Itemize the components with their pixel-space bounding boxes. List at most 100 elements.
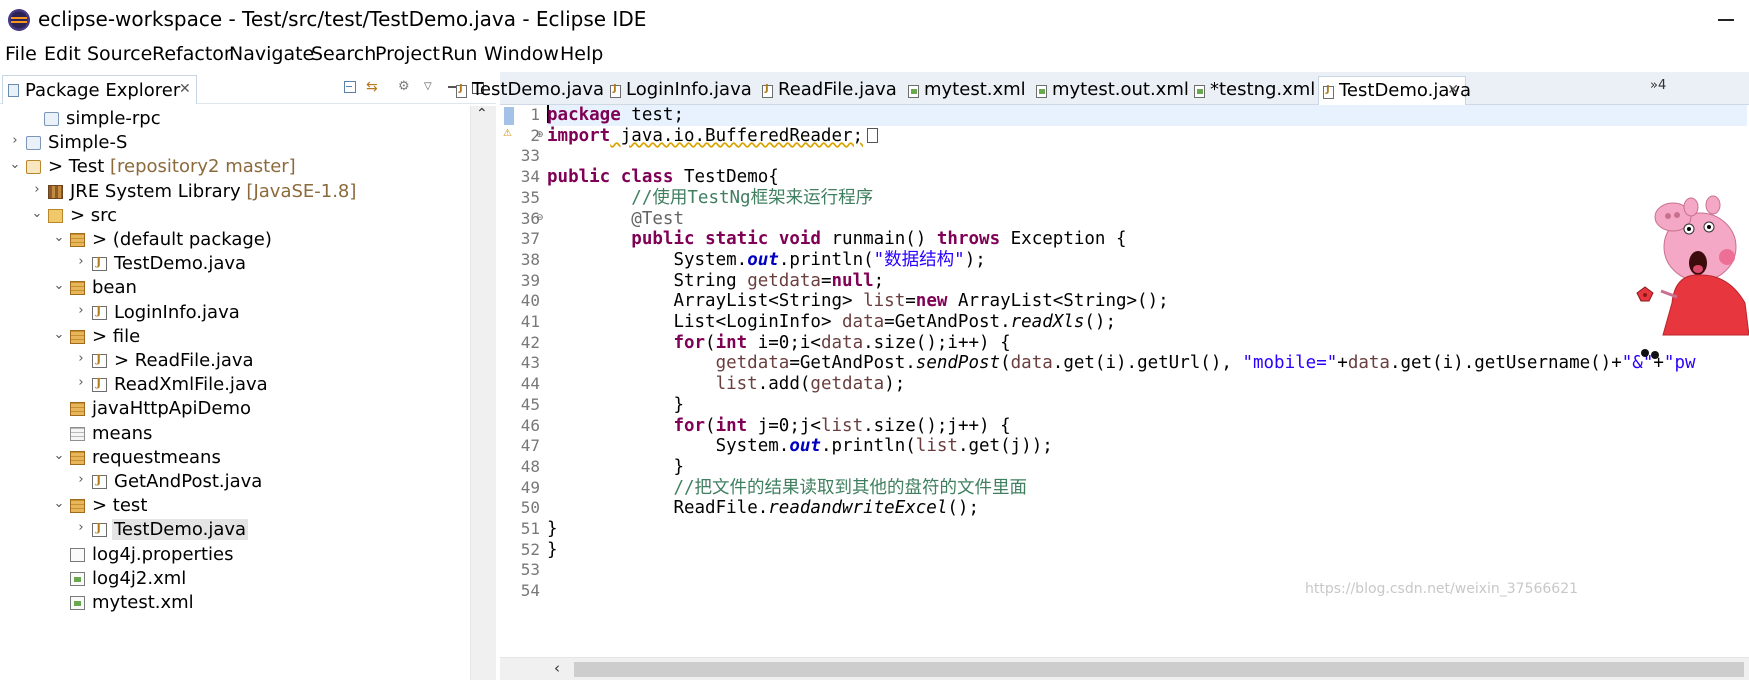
collapse-all-icon[interactable] <box>343 79 359 95</box>
code-line: ArrayList<String> list=new ArrayList<Str… <box>673 291 1169 312</box>
tree-item[interactable]: ⌄ > src <box>0 203 470 229</box>
tree-item[interactable]: log4j2.xml <box>0 566 470 592</box>
link-with-editor-icon[interactable]: ⇆ <box>366 79 382 95</box>
tree-item[interactable]: › > ReadFile.java <box>0 348 470 374</box>
tree-item-label: > ReadFile.java <box>114 350 254 371</box>
editor-tab[interactable]: mytest.xml <box>904 76 1028 105</box>
menu-navigate[interactable]: Navigate <box>229 43 314 65</box>
code-line: } <box>673 394 684 415</box>
view-menu-icon[interactable]: ▽ <box>424 79 440 95</box>
close-icon[interactable]: ✕ <box>179 81 191 97</box>
menu-run[interactable]: Run <box>441 43 477 65</box>
horizontal-scroll-thumb[interactable] <box>574 662 1744 677</box>
editor-tab[interactable]: LoginInfo.java <box>606 76 754 105</box>
tab-package-explorer[interactable]: Package Explorer ✕ <box>2 75 197 104</box>
chevron-down-icon[interactable]: ⌄ <box>52 327 66 342</box>
editor-tab[interactable]: *testng.xml <box>1190 76 1315 105</box>
tree-item[interactable]: › ReadXmlFile.java <box>0 372 470 398</box>
tree-item[interactable]: › TestDemo.java <box>0 251 470 277</box>
package-icon <box>70 499 85 514</box>
menu-edit[interactable]: Edit <box>44 43 81 65</box>
collapse-fold-icon[interactable]: ⊖ <box>536 213 546 223</box>
java-file-icon <box>610 83 621 98</box>
minimize-button[interactable] <box>1712 8 1742 32</box>
package-icon <box>70 450 85 465</box>
menu-search[interactable]: Search <box>311 43 376 65</box>
tree-item-label: javaHttpApiDemo <box>92 398 251 419</box>
tree-item[interactable]: › Simple-S <box>0 130 470 156</box>
menu-refactor[interactable]: Refactor <box>152 43 232 65</box>
chevron-right-icon[interactable]: › <box>74 375 88 390</box>
horizontal-scrollbar[interactable]: ‹ <box>500 657 1749 680</box>
tree-item[interactable]: ⌄ > test <box>0 493 470 519</box>
tree-item[interactable]: › GetAndPost.java <box>0 469 470 495</box>
package-tree: simple-rpc › Simple-S ⌄ > Test [repository2 … <box>0 106 470 680</box>
window-title: eclipse-workspace - Test/src/test/TestDe… <box>38 7 647 31</box>
filters-icon[interactable]: ⚙ <box>398 79 414 95</box>
tree-item[interactable]: ⌄ > file <box>0 324 470 350</box>
editor-tab[interactable]: mytest.out.xml <box>1032 76 1189 105</box>
code-line: } <box>547 539 558 560</box>
tree-item[interactable]: ⌄ bean <box>0 275 470 301</box>
scroll-left-icon[interactable]: ‹ <box>554 659 560 677</box>
code-text[interactable]: package test; import java.io.BufferedRea… <box>547 105 1747 656</box>
more-tabs-indicator[interactable]: »4 <box>1650 78 1666 93</box>
chevron-right-icon[interactable]: › <box>30 182 44 197</box>
chevron-down-icon[interactable]: ⌄ <box>30 206 44 221</box>
menu-bar: File Edit Source Refactor Navigate Searc… <box>0 40 1749 70</box>
menu-project[interactable]: Project <box>375 43 440 65</box>
tree-item[interactable]: log4j.properties <box>0 542 470 568</box>
chevron-right-icon[interactable]: › <box>74 351 88 366</box>
tree-item[interactable]: › LoginInfo.java <box>0 300 470 326</box>
menu-help[interactable]: Help <box>560 43 603 65</box>
menu-file[interactable]: File <box>5 43 37 65</box>
tree-item[interactable]: means <box>0 421 470 447</box>
editor-tab-label: mytest.xml <box>924 79 1026 100</box>
chevron-down-icon[interactable]: ⌄ <box>52 278 66 293</box>
tree-item[interactable]: mytest.xml <box>0 590 470 616</box>
chevron-right-icon[interactable]: › <box>74 472 88 487</box>
tree-item-name: LoginInfo.java <box>114 301 240 323</box>
java-icon <box>92 352 107 368</box>
tree-item[interactable]: javaHttpApiDemo <box>0 396 470 422</box>
line-number: 44 <box>520 374 540 394</box>
tree-item[interactable]: › TestDemo.java <box>0 517 470 543</box>
tree-item-decoration: [JavaSE-1.8] <box>240 180 357 202</box>
java-icon <box>92 376 107 393</box>
chevron-down-icon[interactable]: ⌄ <box>52 496 66 511</box>
chevron-right-icon[interactable]: › <box>74 520 88 535</box>
editor-tab[interactable]: TestDemo.java <box>452 76 604 105</box>
code-line: getdata=GetAndPost.sendPost(data.get(i).… <box>715 353 1696 374</box>
tree-item[interactable]: › JRE System Library [JavaSE-1.8] <box>0 179 470 205</box>
chevron-down-icon[interactable]: ⌄ <box>8 157 22 172</box>
editor-tab[interactable]: ReadFile.java <box>758 76 900 105</box>
code-line: ReadFile.readandwriteExcel(); <box>673 498 979 519</box>
code-editor[interactable]: ⚠ 1 2 33 34 35 36 37 38 39 40 41 42 43 44 45 46 47 48 49 50… <box>500 105 1749 656</box>
explorer-scrollbar[interactable]: ⌃ <box>470 106 496 680</box>
file-icon <box>70 547 85 562</box>
chevron-right-icon[interactable]: › <box>74 254 88 269</box>
line-number: 41 <box>520 312 540 331</box>
chevron-down-icon[interactable]: ⌄ <box>52 448 66 463</box>
tree-item-name: means <box>92 422 153 444</box>
code-line: } <box>673 456 684 477</box>
menu-window[interactable]: Window <box>484 43 559 65</box>
expand-fold-icon[interactable]: ⊕ <box>536 130 546 140</box>
line-number: 39 <box>520 270 540 290</box>
close-icon[interactable]: ✕ <box>1447 82 1459 98</box>
xml-icon <box>70 571 85 586</box>
title-bar: eclipse-workspace - Test/src/test/TestDe… <box>0 0 1749 40</box>
chevron-down-icon[interactable]: ⌄ <box>52 230 66 245</box>
tree-item[interactable]: ⌄ requestmeans <box>0 445 470 471</box>
scroll-up-icon[interactable]: ⌃ <box>476 106 488 122</box>
tree-item[interactable]: ⌄ > (default package) <box>0 227 470 253</box>
chevron-right-icon[interactable]: › <box>8 133 22 148</box>
chevron-right-icon[interactable]: › <box>74 303 88 318</box>
menu-source[interactable]: Source <box>87 43 152 65</box>
tree-item[interactable]: ⌄ > Test [repository2 master] <box>0 154 470 180</box>
tree-item[interactable]: simple-rpc <box>0 106 470 132</box>
collapsed-imports-icon[interactable] <box>867 127 879 143</box>
tree-item-label: JRE System Library [JavaSE-1.8] <box>70 181 356 202</box>
editor-tab[interactable]: TestDemo.java✕ <box>1318 76 1471 105</box>
tree-item-name: Simple-S <box>48 132 128 154</box>
